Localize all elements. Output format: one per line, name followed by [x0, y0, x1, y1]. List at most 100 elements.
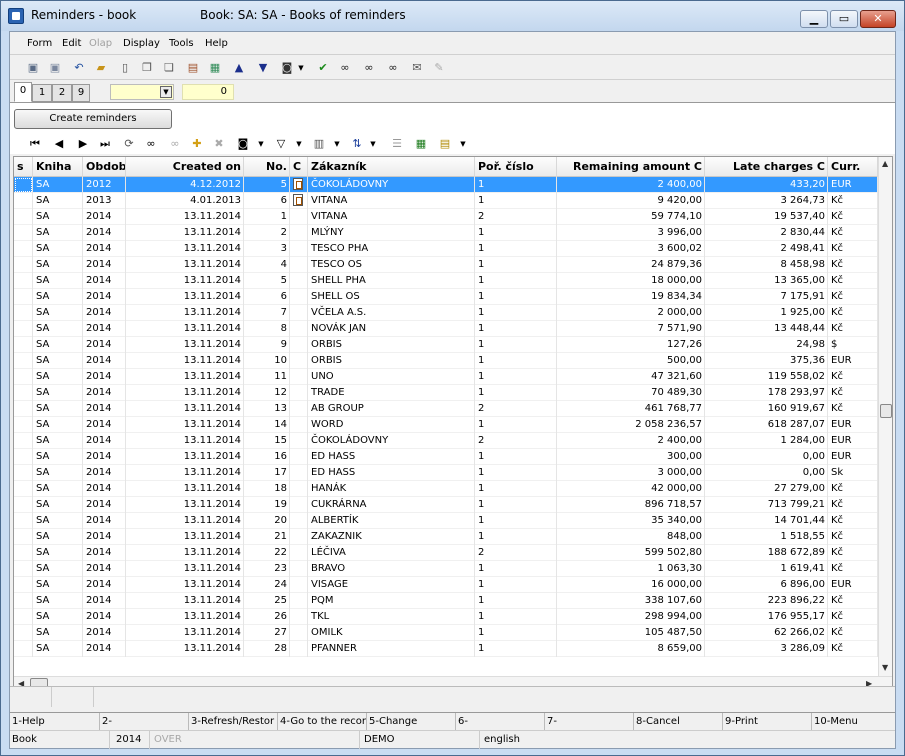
- cell-zakaznik[interactable]: VITANA: [308, 193, 475, 209]
- row-selector[interactable]: [14, 193, 33, 209]
- cell-no[interactable]: 18: [244, 481, 290, 497]
- cell-no[interactable]: 26: [244, 609, 290, 625]
- cell-created[interactable]: 13.11.2014: [126, 401, 244, 417]
- fkey-8[interactable]: 8-Cancel: [633, 713, 722, 731]
- table-row[interactable]: SA 2014 13.11.2014 13 AB GROUP 2 461 768,77 160…: [14, 401, 878, 417]
- save-as-icon[interactable]: ▣: [48, 61, 62, 75]
- cell-zakaznik[interactable]: TESCO OS: [308, 257, 475, 273]
- cell-created[interactable]: 13.11.2014: [126, 449, 244, 465]
- cell-kniha[interactable]: SA: [33, 449, 83, 465]
- cell-created[interactable]: 13.11.2014: [126, 497, 244, 513]
- cell-zakaznik[interactable]: VČELA A.S.: [308, 305, 475, 321]
- column-header-doc[interactable]: C: [290, 157, 308, 177]
- cell-zakaznik[interactable]: LÉČIVA: [308, 545, 475, 561]
- cell-zakaznik[interactable]: AB GROUP: [308, 401, 475, 417]
- table-row[interactable]: SA 2014 13.11.2014 7 VČELA A.S. 1 2 000,00 1 92…: [14, 305, 878, 321]
- row-selector[interactable]: [14, 609, 33, 625]
- fkey-7[interactable]: 7-: [544, 713, 633, 731]
- row-selector[interactable]: [14, 353, 33, 369]
- row-selector[interactable]: [14, 273, 33, 289]
- row-selector[interactable]: [14, 337, 33, 353]
- cell-por[interactable]: 1: [475, 593, 557, 609]
- table-row[interactable]: SA 2014 13.11.2014 1 VITANA 2 59 774,10 19 537,…: [14, 209, 878, 225]
- cell-zakaznik[interactable]: PQM: [308, 593, 475, 609]
- cell-por[interactable]: 1: [475, 513, 557, 529]
- row-selector[interactable]: [14, 385, 33, 401]
- cell-kniha[interactable]: SA: [33, 209, 83, 225]
- cell-obdobi[interactable]: 2014: [83, 369, 126, 385]
- cell-no[interactable]: 28: [244, 641, 290, 657]
- cell-por[interactable]: 1: [475, 561, 557, 577]
- cell-doc[interactable]: [290, 513, 308, 529]
- cell-created[interactable]: 13.11.2014: [126, 465, 244, 481]
- cell-zakaznik[interactable]: HANÁK: [308, 481, 475, 497]
- cell-doc[interactable]: [290, 193, 308, 209]
- cell-late[interactable]: 6 896,00: [705, 577, 828, 593]
- column-header-kniha[interactable]: Kniha: [33, 157, 83, 177]
- fkey-4[interactable]: 4-Go to the recor: [277, 713, 366, 731]
- table-row[interactable]: SA 2013 4.01.2013 6 VITANA 1 9 420,00 3 264,73 K…: [14, 193, 878, 209]
- prev-icon[interactable]: ◀: [52, 137, 66, 151]
- cell-created[interactable]: 13.11.2014: [126, 577, 244, 593]
- table-row[interactable]: SA 2014 13.11.2014 15 ČOKOLÁDOVNY 2 2 400,00 1 …: [14, 433, 878, 449]
- cell-curr[interactable]: Kč: [828, 529, 878, 545]
- cell-curr[interactable]: EUR: [828, 417, 878, 433]
- cell-zakaznik[interactable]: UNO: [308, 369, 475, 385]
- cell-por[interactable]: 1: [475, 369, 557, 385]
- cell-obdobi[interactable]: 2013: [83, 193, 126, 209]
- cell-no[interactable]: 7: [244, 305, 290, 321]
- new-doc-icon[interactable]: ▯: [118, 61, 132, 75]
- table-row[interactable]: SA 2014 13.11.2014 24 VISAGE 1 16 000,00 6 896,…: [14, 577, 878, 593]
- cell-created[interactable]: 13.11.2014: [126, 385, 244, 401]
- row-selector[interactable]: [14, 401, 33, 417]
- cell-zakaznik[interactable]: NOVÁK JAN: [308, 321, 475, 337]
- menu-form[interactable]: Form: [27, 38, 52, 49]
- cell-obdobi[interactable]: 2012: [83, 177, 126, 193]
- vertical-scrollbar[interactable]: ▲ ▼: [878, 157, 892, 676]
- cell-doc[interactable]: [290, 593, 308, 609]
- cell-remaining[interactable]: 3 600,02: [557, 241, 705, 257]
- cell-por[interactable]: 1: [475, 321, 557, 337]
- menu-tools[interactable]: Tools: [169, 38, 194, 49]
- cell-no[interactable]: 21: [244, 529, 290, 545]
- row-selector[interactable]: [14, 241, 33, 257]
- cell-no[interactable]: 6: [244, 193, 290, 209]
- column-header-zakaznik[interactable]: Zákazník: [308, 157, 475, 177]
- save-icon[interactable]: ▣: [26, 61, 40, 75]
- cell-obdobi[interactable]: 2014: [83, 497, 126, 513]
- cell-created[interactable]: 13.11.2014: [126, 513, 244, 529]
- cell-late[interactable]: 1 619,41: [705, 561, 828, 577]
- cell-created[interactable]: 4.12.2012: [126, 177, 244, 193]
- cell-late[interactable]: 188 672,89: [705, 545, 828, 561]
- cell-remaining[interactable]: 338 107,60: [557, 593, 705, 609]
- table-row[interactable]: SA 2014 13.11.2014 14 WORD 1 2 058 236,57 618 2…: [14, 417, 878, 433]
- cell-remaining[interactable]: 2 058 236,57: [557, 417, 705, 433]
- filter-check-icon[interactable]: ✔: [316, 61, 330, 75]
- cell-kniha[interactable]: SA: [33, 225, 83, 241]
- table-row[interactable]: SA 2014 13.11.2014 20 ALBERTÍK 1 35 340,00 14 7…: [14, 513, 878, 529]
- vertical-scroll-thumb[interactable]: [880, 404, 892, 418]
- cell-por[interactable]: 1: [475, 481, 557, 497]
- cell-por[interactable]: 1: [475, 257, 557, 273]
- cell-doc[interactable]: [290, 177, 308, 193]
- cell-zakaznik[interactable]: ORBIS: [308, 337, 475, 353]
- cell-curr[interactable]: EUR: [828, 177, 878, 193]
- cell-zakaznik[interactable]: WORD: [308, 417, 475, 433]
- cell-doc[interactable]: [290, 401, 308, 417]
- chevron-down-icon[interactable]: ▼: [456, 137, 470, 151]
- cell-no[interactable]: 2: [244, 225, 290, 241]
- row-selector[interactable]: [14, 305, 33, 321]
- tab-2[interactable]: 2: [52, 84, 72, 102]
- cell-curr[interactable]: $: [828, 337, 878, 353]
- cell-obdobi[interactable]: 2014: [83, 529, 126, 545]
- row-selector[interactable]: [14, 209, 33, 225]
- cell-doc[interactable]: [290, 449, 308, 465]
- cell-created[interactable]: 13.11.2014: [126, 289, 244, 305]
- cell-por[interactable]: 2: [475, 401, 557, 417]
- cell-remaining[interactable]: 19 834,34: [557, 289, 705, 305]
- table-row[interactable]: SA 2014 13.11.2014 25 PQM 1 338 107,60 223 896,…: [14, 593, 878, 609]
- arrow-down-icon[interactable]: ▼: [256, 61, 270, 75]
- cell-late[interactable]: 1 518,55: [705, 529, 828, 545]
- column-header-no[interactable]: No.: [244, 157, 290, 177]
- cell-kniha[interactable]: SA: [33, 609, 83, 625]
